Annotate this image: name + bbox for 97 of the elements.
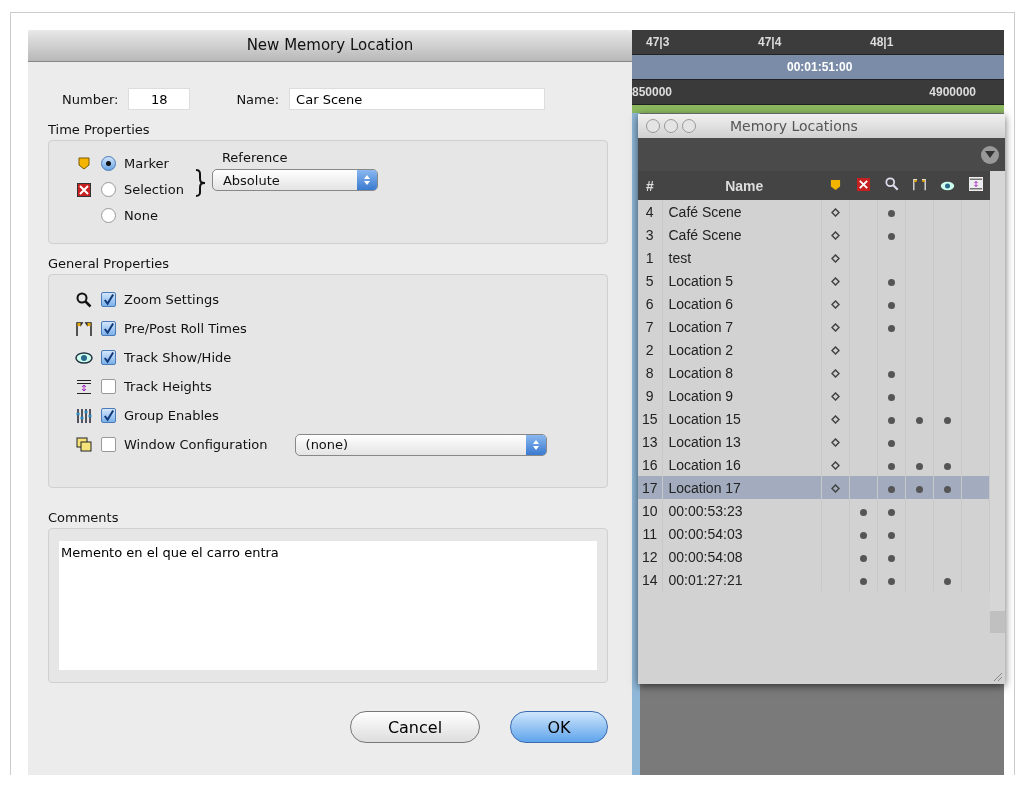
table-cell[interactable]: 00:00:53:23: [662, 499, 822, 522]
table-cell[interactable]: Location 8: [662, 361, 822, 384]
track-heights-icon: [968, 177, 983, 191]
table-cell[interactable]: Location 2: [662, 338, 822, 361]
table-cell: 8: [638, 361, 662, 384]
table-cell: 10: [638, 499, 662, 522]
radio-label: Selection: [124, 182, 184, 197]
checkbox[interactable]: [101, 350, 116, 365]
eye-icon: [940, 180, 955, 191]
checkbox[interactable]: [101, 292, 116, 307]
table-cell[interactable]: Café Scene: [662, 200, 822, 223]
window-control-button[interactable]: [646, 119, 660, 133]
table-cell: 12: [638, 545, 662, 568]
table-cell[interactable]: Location 13: [662, 430, 822, 453]
reference-dropdown[interactable]: Absolute: [211, 169, 378, 191]
radio-button[interactable]: [101, 208, 116, 223]
table-cell[interactable]: Location 7: [662, 315, 822, 338]
number-label: Number:: [62, 91, 119, 107]
dialog-button[interactable]: Cancel: [350, 711, 480, 743]
reference-label: Reference: [221, 150, 289, 165]
table-cell[interactable]: test: [662, 246, 822, 269]
window-configuration-dropdown[interactable]: (none): [294, 433, 547, 456]
radio-label: None: [124, 208, 158, 223]
table-cell[interactable]: Location 9: [662, 384, 822, 407]
number-field[interactable]: 18: [128, 88, 191, 110]
resize-grip-icon[interactable]: [991, 670, 1003, 682]
table-cell[interactable]: Location 6: [662, 292, 822, 315]
table-cell: 3: [638, 223, 662, 246]
eye-icon: [75, 351, 93, 364]
checkbox-label: Pre/Post Roll Times: [124, 321, 247, 336]
ruler-label: 850000: [632, 85, 673, 99]
table-cell: 9: [638, 384, 662, 407]
table-cell: 5: [638, 269, 662, 292]
windows-icon: [76, 436, 92, 453]
table-cell[interactable]: 00:00:54:08: [662, 545, 822, 568]
table-cell: 14: [638, 568, 662, 591]
checkbox[interactable]: [101, 379, 116, 394]
table-cell[interactable]: Location 17: [662, 476, 822, 499]
window-control-button[interactable]: [682, 119, 696, 133]
checkbox[interactable]: [101, 408, 116, 423]
checkbox-label: Track Heights: [124, 379, 212, 394]
ruler-label: 48|1: [870, 35, 895, 49]
table-cell: 1: [638, 246, 662, 269]
caret-icon: [985, 151, 995, 158]
flags-icon: [912, 177, 927, 191]
ruler-label: 47|3: [646, 35, 671, 49]
ruler-label: 47|4: [758, 35, 783, 49]
selection-icon: [77, 182, 91, 197]
section-title: Time Properties: [48, 122, 151, 137]
name-field[interactable]: Car Scene: [289, 88, 546, 110]
section-title: Comments: [48, 510, 120, 525]
scrollbar-thumb[interactable]: [990, 171, 1005, 611]
table-cell[interactable]: Café Scene: [662, 223, 822, 246]
marker-icon: [830, 178, 841, 191]
table-cell: 15: [638, 407, 662, 430]
timecode-label: 00:01:51:00: [787, 60, 853, 74]
track-heights-icon: [76, 378, 92, 395]
table-cell: 17: [638, 476, 662, 499]
checkbox-label: Track Show/Hide: [124, 350, 232, 365]
table-cell: 2: [638, 338, 662, 361]
table-cell[interactable]: 00:00:54:03: [662, 522, 822, 545]
dialog-title: New Memory Location: [28, 30, 632, 62]
checkbox-label: Window Configuration: [124, 437, 268, 452]
comments-field[interactable]: Memento en el que el carro entra: [59, 541, 597, 670]
checkbox-label: Group Enables: [124, 408, 219, 423]
checkbox-label: Zoom Settings: [124, 292, 219, 307]
radio-button[interactable]: [101, 182, 116, 197]
selection-icon: [857, 177, 870, 191]
radio-label: Marker: [124, 156, 169, 171]
table-cell[interactable]: Location 15: [662, 407, 822, 430]
name-label: Name:: [236, 91, 280, 107]
column-header[interactable]: #: [638, 171, 662, 200]
window-control-button[interactable]: [664, 119, 678, 133]
section-title: General Properties: [48, 256, 171, 271]
dialog-button[interactable]: OK: [510, 711, 608, 743]
ruler-label: 4900000: [929, 85, 976, 99]
table-cell: 7: [638, 315, 662, 338]
search-icon: [884, 177, 899, 191]
window-title: Memory Locations: [730, 118, 858, 134]
marker-icon: [78, 157, 90, 170]
checkbox[interactable]: [101, 437, 116, 452]
table-cell: 13: [638, 430, 662, 453]
search-icon: [76, 291, 92, 308]
brace-icon: [193, 169, 206, 197]
table-cell: 4: [638, 200, 662, 223]
checkbox[interactable]: [101, 321, 116, 336]
table-cell: 6: [638, 292, 662, 315]
menu-button[interactable]: [981, 145, 999, 164]
table-cell[interactable]: 00:01:27:21: [662, 568, 822, 591]
flags-icon: [75, 320, 93, 337]
stepper-arrows-icon: [531, 438, 540, 451]
table-cell: 11: [638, 522, 662, 545]
table-cell[interactable]: Location 5: [662, 269, 822, 292]
radio-button[interactable]: [101, 156, 116, 171]
sliders-icon: [76, 407, 92, 424]
stepper-arrows-icon: [362, 174, 371, 186]
column-header[interactable]: Name: [662, 171, 822, 200]
